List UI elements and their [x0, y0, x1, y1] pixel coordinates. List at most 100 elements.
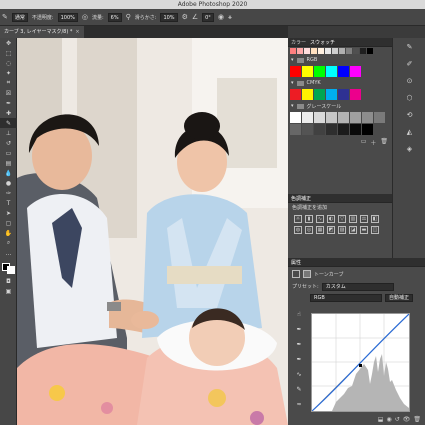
- swatch[interactable]: [302, 66, 313, 77]
- brightness-icon[interactable]: ☼: [294, 215, 302, 223]
- swatch[interactable]: [314, 89, 325, 100]
- visibility-icon[interactable]: 👁: [403, 416, 411, 423]
- airbrush-icon[interactable]: ⚲: [126, 13, 131, 21]
- swatch[interactable]: [302, 112, 313, 123]
- swatch[interactable]: [314, 124, 325, 135]
- eyedropper-icon[interactable]: ✒: [0, 98, 17, 108]
- mask-icon[interactable]: [303, 270, 311, 278]
- quick-select-icon[interactable]: ✦: [0, 68, 17, 78]
- dodge-tool-icon[interactable]: ●: [0, 178, 17, 188]
- color-swap-icon[interactable]: [0, 258, 17, 276]
- history-icon[interactable]: ⟲: [393, 106, 425, 123]
- swatch[interactable]: [350, 124, 361, 135]
- libraries-icon[interactable]: ◭: [393, 123, 425, 140]
- swatch[interactable]: [350, 66, 361, 77]
- swatch[interactable]: [311, 48, 317, 54]
- new-group-icon[interactable]: ▭: [361, 138, 367, 147]
- swatch[interactable]: [350, 89, 361, 100]
- zoom-tool-icon[interactable]: ⌕: [0, 238, 17, 248]
- curve-graph[interactable]: [311, 313, 410, 412]
- history-brush-icon[interactable]: ↺: [0, 138, 17, 148]
- levels-icon[interactable]: ▮: [305, 215, 313, 223]
- gray-point-eyedropper-icon[interactable]: ✒: [294, 341, 304, 351]
- more-tools-icon[interactable]: …: [0, 248, 17, 258]
- pressure-size-icon[interactable]: ◉: [218, 13, 224, 21]
- swatch-group-rgb[interactable]: ▾ RGB: [288, 55, 392, 65]
- swatch[interactable]: [290, 48, 296, 54]
- smooth-curve-icon[interactable]: ≈: [294, 401, 304, 411]
- type-tool-icon[interactable]: T: [0, 198, 17, 208]
- swatch[interactable]: [374, 112, 385, 123]
- swatch[interactable]: [290, 124, 301, 135]
- trash-icon[interactable]: 🗑: [380, 138, 388, 147]
- photo-filter-icon[interactable]: ◍: [294, 226, 302, 234]
- channel-select[interactable]: RGB: [310, 293, 382, 302]
- shape-tool-icon[interactable]: ▢: [0, 218, 17, 228]
- swatch[interactable]: [314, 112, 325, 123]
- swatch[interactable]: [290, 112, 301, 123]
- marquee-tool-icon[interactable]: ⬚: [0, 48, 17, 58]
- swatch-group-grayscale[interactable]: ▾ グレースケール: [288, 101, 392, 111]
- swatch[interactable]: [314, 66, 325, 77]
- swatch[interactable]: [302, 89, 313, 100]
- vibrance-icon[interactable]: ▽: [338, 215, 346, 223]
- move-tool-icon[interactable]: ✥: [0, 38, 17, 48]
- swatch[interactable]: [367, 48, 373, 54]
- exposure-icon[interactable]: ◐: [327, 215, 335, 223]
- hue-saturation-icon[interactable]: ▥: [349, 215, 357, 223]
- brush-settings-icon[interactable]: ✎: [393, 38, 425, 55]
- swatch[interactable]: [326, 66, 337, 77]
- flow-field[interactable]: 6%: [107, 12, 122, 22]
- swatch[interactable]: [290, 66, 301, 77]
- 3d-icon[interactable]: ⬡: [393, 89, 425, 106]
- gradient-tool-icon[interactable]: ▤: [0, 158, 17, 168]
- swatch[interactable]: [338, 124, 349, 135]
- healing-brush-icon[interactable]: ✚: [0, 108, 17, 118]
- document-canvas[interactable]: [17, 38, 288, 425]
- invert-icon[interactable]: ◩: [327, 226, 335, 234]
- swatch[interactable]: [326, 124, 337, 135]
- channel-mixer-icon[interactable]: ◎: [305, 226, 313, 234]
- swatch[interactable]: [325, 48, 331, 54]
- curve-control-point[interactable]: [359, 364, 362, 367]
- gradient-map-icon[interactable]: ▬: [360, 226, 368, 234]
- target-adjust-icon[interactable]: ☝: [294, 311, 304, 321]
- angle-field[interactable]: 0°: [202, 12, 214, 22]
- document-tab[interactable]: カーブ 3, レイヤーマスク/8) * ×: [0, 26, 84, 38]
- frame-tool-icon[interactable]: ☒: [0, 88, 17, 98]
- reset-icon[interactable]: ↺: [395, 416, 400, 423]
- path-select-icon[interactable]: ➤: [0, 208, 17, 218]
- auto-button[interactable]: 自動補正: [385, 293, 414, 302]
- selective-color-icon[interactable]: ◫: [371, 226, 379, 234]
- view-previous-icon[interactable]: ◉: [386, 416, 391, 423]
- swatch[interactable]: [362, 112, 373, 123]
- color-balance-icon[interactable]: ⚖: [360, 215, 368, 223]
- swatch[interactable]: [350, 112, 361, 123]
- swatch[interactable]: [353, 48, 359, 54]
- swatch[interactable]: [338, 89, 349, 100]
- hand-tool-icon[interactable]: ✋: [0, 228, 17, 238]
- swatch[interactable]: [326, 89, 337, 100]
- curve-point-icon[interactable]: ∿: [294, 371, 304, 381]
- tab-color[interactable]: カラー: [291, 39, 306, 46]
- crop-tool-icon[interactable]: ⌗: [0, 78, 17, 88]
- swatch[interactable]: [290, 89, 301, 100]
- swatch[interactable]: [332, 48, 338, 54]
- swatch[interactable]: [362, 124, 373, 135]
- brushes-icon[interactable]: ✐: [393, 55, 425, 72]
- swatch[interactable]: [360, 48, 366, 54]
- black-white-icon[interactable]: ◧: [371, 215, 379, 223]
- black-point-eyedropper-icon[interactable]: ✒: [294, 326, 304, 336]
- swatch[interactable]: [338, 112, 349, 123]
- color-lookup-icon[interactable]: ▦: [316, 226, 324, 234]
- pressure-opacity-icon[interactable]: ◎: [82, 13, 88, 21]
- swatch[interactable]: [304, 48, 310, 54]
- swatch[interactable]: [339, 48, 345, 54]
- swatch[interactable]: [338, 66, 349, 77]
- blur-tool-icon[interactable]: 💧: [0, 168, 17, 178]
- posterize-icon[interactable]: ▨: [338, 226, 346, 234]
- stamp-tool-icon[interactable]: ⊥: [0, 128, 17, 138]
- eraser-tool-icon[interactable]: ▭: [0, 148, 17, 158]
- curves-icon[interactable]: ∿: [316, 215, 324, 223]
- smoothing-field[interactable]: 10%: [160, 12, 178, 22]
